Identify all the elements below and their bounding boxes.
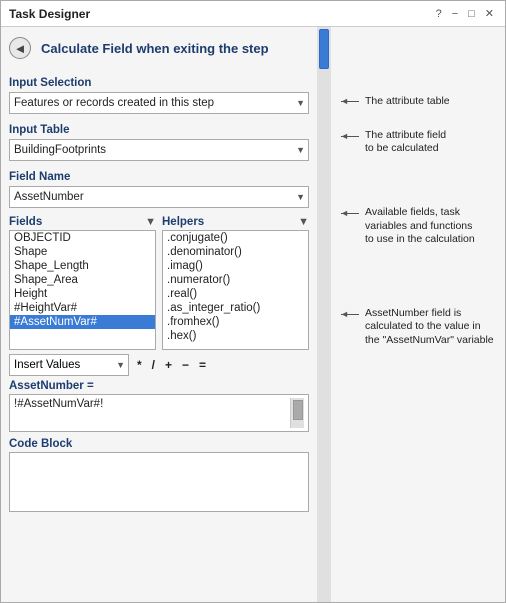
asset-number-note: AssetNumber field iscalculated to the va… [365, 307, 494, 348]
sidebar-notes: ◄ The attribute table ◄ The attribute fi… [331, 27, 505, 602]
note-available-fields: ◄ Available fields, taskvariables and fu… [341, 206, 495, 247]
subtract-operator[interactable]: − [180, 357, 191, 373]
left-panel-container: ◄ Calculate Field when exiting the step … [1, 27, 331, 602]
fields-header: Fields ▼ [9, 216, 156, 228]
fields-filter-icon[interactable]: ▼ [145, 216, 156, 228]
input-selection-dropdown-wrap: Features or records created in this step… [9, 92, 309, 114]
input-selection-label: Input Selection [9, 77, 309, 89]
attribute-table-note: The attribute table [365, 95, 450, 109]
fields-listbox[interactable]: OBJECTID Shape Shape_Length Shape_Area H… [9, 230, 156, 350]
expression-vscroll-thumb [293, 400, 303, 420]
field-name-dropdown[interactable]: AssetNumber [9, 186, 309, 208]
back-icon: ◄ [14, 41, 27, 56]
operators-group: * / + − = [135, 357, 208, 373]
input-table-dropdown-wrap: BuildingFootprints ▼ [9, 139, 309, 161]
expression-value[interactable]: !#AssetNumVar#! [14, 398, 290, 428]
list-item[interactable]: .real() [163, 287, 308, 301]
panel-vscrollbar-thumb [319, 29, 329, 69]
list-item[interactable]: .as_integer_ratio() [163, 301, 308, 315]
input-selection-dropdown[interactable]: Features or records created in this step [9, 92, 309, 114]
list-item[interactable]: .conjugate() [163, 231, 308, 245]
helpers-listbox[interactable]: .conjugate() .denominator() .imag() .num… [162, 230, 309, 350]
code-block-label: Code Block [9, 438, 309, 450]
helpers-label: Helpers [162, 216, 204, 228]
helpers-column: Helpers ▼ .conjugate() .denominator() .i… [162, 216, 309, 350]
list-item[interactable]: #HeightVar# [10, 301, 155, 315]
close-btn[interactable]: ✕ [482, 7, 497, 20]
minimize-btn[interactable]: − [449, 8, 461, 20]
expression-scroll-area: !#AssetNumVar#! [14, 398, 304, 428]
back-button[interactable]: ◄ [9, 37, 31, 59]
multiply-operator[interactable]: * [135, 357, 144, 373]
available-fields-note: Available fields, taskvariables and func… [365, 206, 475, 247]
note-attribute-field: ◄ The attribute fieldto be calculated [341, 129, 495, 156]
list-item[interactable]: Shape [10, 245, 155, 259]
list-item[interactable]: OBJECTID [10, 231, 155, 245]
main-content: ◄ Calculate Field when exiting the step … [1, 27, 505, 602]
attribute-field-note: The attribute fieldto be calculated [365, 129, 446, 156]
field-name-label: Field Name [9, 171, 309, 183]
panel-vscrollbar[interactable] [317, 27, 331, 602]
titlebar: Task Designer ? − □ ✕ [1, 1, 505, 27]
insert-row: Insert Values ▼ * / + − = [9, 354, 309, 376]
header-row: ◄ Calculate Field when exiting the step [9, 33, 309, 63]
note-asset-number: ◄ AssetNumber field iscalculated to the … [341, 307, 495, 348]
input-table-label: Input Table [9, 124, 309, 136]
fields-helpers-row: Fields ▼ OBJECTID Shape Shape_Length Sha… [9, 216, 309, 350]
form-panel: ◄ Calculate Field when exiting the step … [1, 27, 317, 602]
insert-values-dropdown[interactable]: Insert Values [9, 354, 129, 376]
task-designer-window: Task Designer ? − □ ✕ ◄ Calculate Field … [0, 0, 506, 603]
page-title: Calculate Field when exiting the step [41, 41, 269, 56]
expression-box: !#AssetNumVar#! [9, 394, 309, 432]
list-item[interactable]: Height [10, 287, 155, 301]
expression-label: AssetNumber = [9, 380, 309, 392]
help-btn[interactable]: ? [433, 8, 445, 20]
input-table-dropdown[interactable]: BuildingFootprints [9, 139, 309, 161]
list-item[interactable]: Shape_Length [10, 259, 155, 273]
maximize-btn[interactable]: □ [465, 8, 478, 20]
note-attribute-table: ◄ The attribute table [341, 95, 495, 109]
list-item[interactable]: .denominator() [163, 245, 308, 259]
list-item[interactable]: .numerator() [163, 273, 308, 287]
add-operator[interactable]: + [163, 357, 174, 373]
divide-operator[interactable]: / [150, 357, 157, 373]
helpers-header: Helpers ▼ [162, 216, 309, 228]
code-block-box[interactable] [9, 452, 309, 512]
helpers-filter-icon[interactable]: ▼ [298, 216, 309, 228]
field-name-dropdown-wrap: AssetNumber ▼ [9, 186, 309, 208]
list-item[interactable]: .fromhex() [163, 315, 308, 329]
list-item[interactable]: .hex() [163, 329, 308, 343]
list-item[interactable]: Shape_Area [10, 273, 155, 287]
list-item-selected[interactable]: #AssetNumVar# [10, 315, 155, 329]
fields-label: Fields [9, 216, 42, 228]
expression-vscrollbar [290, 398, 304, 428]
insert-values-wrap: Insert Values ▼ [9, 354, 129, 376]
equals-operator[interactable]: = [197, 357, 208, 373]
window-title: Task Designer [9, 7, 90, 21]
window-controls: ? − □ ✕ [433, 7, 497, 20]
list-item[interactable]: .imag() [163, 259, 308, 273]
fields-column: Fields ▼ OBJECTID Shape Shape_Length Sha… [9, 216, 156, 350]
